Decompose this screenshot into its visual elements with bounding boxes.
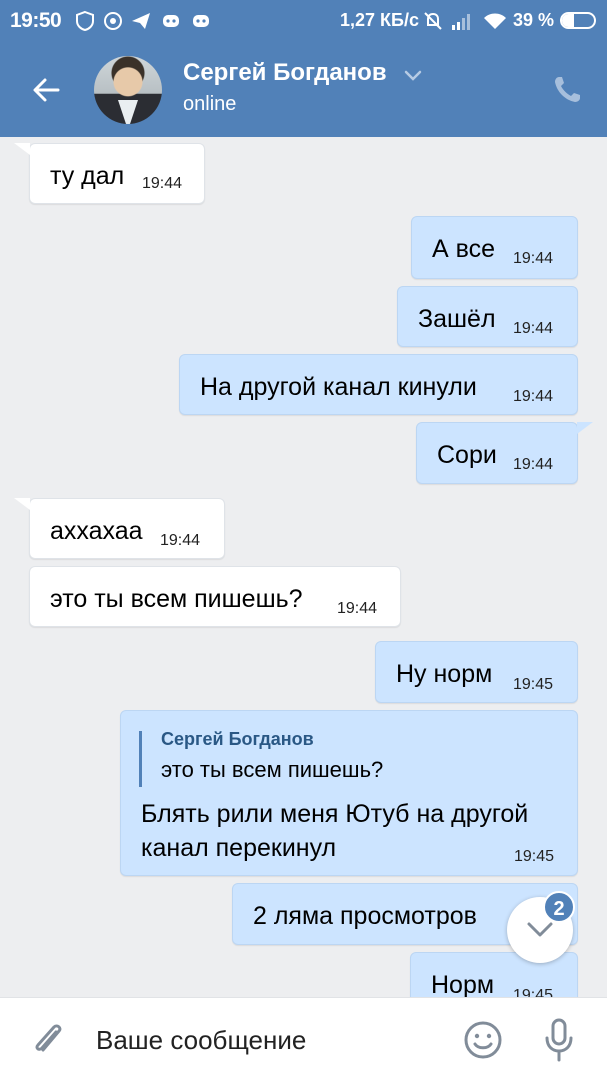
battery-percent: 39 % bbox=[513, 10, 555, 30]
wifi-icon bbox=[484, 13, 506, 29]
status-time: 19:50 bbox=[10, 9, 62, 32]
message-incoming[interactable]: ту дал 19:44 bbox=[29, 143, 205, 204]
message-text: ту дал bbox=[50, 162, 125, 190]
message-input-bar bbox=[0, 997, 607, 1080]
message-time: 19:44 bbox=[142, 175, 183, 192]
message-incoming[interactable]: аххахаа 19:44 bbox=[29, 498, 225, 559]
signal-icon bbox=[452, 14, 470, 30]
message-text: На другой канал кинули bbox=[200, 373, 477, 401]
chevron-down-icon[interactable] bbox=[404, 70, 422, 82]
message-incoming[interactable]: это ты всем пишешь? 19:44 bbox=[29, 566, 401, 627]
message-input[interactable] bbox=[96, 1020, 436, 1060]
contact-status: online bbox=[183, 93, 237, 115]
message-text: Блять рили меня Ютуб на другой канал пер… bbox=[141, 800, 529, 862]
message-time: 19:44 bbox=[513, 320, 554, 337]
message-text: аххахаа bbox=[50, 517, 143, 545]
chat-header: Сергей Богданов online bbox=[0, 42, 607, 137]
battery-icon bbox=[560, 12, 596, 29]
reply-author: Сергей Богданов bbox=[161, 729, 314, 749]
message-time: 19:44 bbox=[513, 250, 554, 267]
message-time: 19:45 bbox=[513, 987, 554, 997]
message-time: 19:45 bbox=[514, 848, 555, 865]
message-outgoing[interactable]: Зашёл 19:44 bbox=[397, 286, 578, 347]
bubble-tail bbox=[577, 422, 593, 434]
contact-name[interactable]: Сергей Богданов bbox=[183, 59, 387, 87]
message-time: 19:44 bbox=[513, 388, 554, 405]
message-text: это ты всем пишешь? bbox=[50, 585, 303, 613]
microphone-icon[interactable] bbox=[544, 1018, 574, 1062]
message-text: Сори bbox=[437, 441, 497, 469]
network-speed: 1,27 КБ/с bbox=[340, 10, 419, 30]
reply-quote-bar bbox=[139, 731, 142, 787]
discord-icon bbox=[193, 15, 209, 27]
message-time: 19:44 bbox=[513, 456, 554, 473]
telegram-icon bbox=[132, 13, 150, 29]
message-outgoing[interactable]: Ну норм 19:45 bbox=[375, 641, 578, 703]
message-text: Ну норм bbox=[396, 660, 493, 688]
message-time: 19:44 bbox=[160, 532, 201, 549]
message-time: 19:44 bbox=[337, 600, 378, 617]
mute-icon bbox=[424, 12, 442, 30]
message-text: 2 ляма просмотров bbox=[253, 902, 477, 930]
shield-icon bbox=[76, 10, 94, 32]
message-text: А все bbox=[432, 235, 496, 263]
discord-icon bbox=[163, 15, 179, 27]
phone-icon[interactable] bbox=[551, 74, 583, 106]
message-outgoing[interactable]: На другой канал кинули 19:44 bbox=[179, 354, 578, 415]
bubble-tail bbox=[14, 143, 30, 155]
unread-count-badge: 2 bbox=[543, 891, 575, 923]
message-outgoing[interactable]: Сори 19:44 bbox=[416, 422, 578, 484]
chevron-down-icon bbox=[527, 922, 553, 937]
reply-text: это ты всем пишешь? bbox=[161, 757, 384, 782]
status-bar: 19:50 1,27 КБ/с 39 % bbox=[0, 0, 607, 42]
message-outgoing-reply[interactable]: Сергей Богданов это ты всем пишешь? Блят… bbox=[120, 710, 578, 876]
message-text: Зашёл bbox=[418, 305, 496, 333]
bubble-tail bbox=[14, 498, 30, 510]
back-arrow-icon[interactable] bbox=[28, 72, 64, 108]
emoji-icon[interactable] bbox=[463, 1020, 503, 1060]
avatar[interactable] bbox=[94, 56, 162, 124]
message-outgoing[interactable]: А все 19:44 bbox=[411, 216, 578, 279]
notification-icon bbox=[104, 12, 122, 30]
message-list[interactable]: ту дал 19:44 А все 19:44 Зашёл 19:44 На … bbox=[0, 137, 607, 997]
message-time: 19:45 bbox=[513, 676, 554, 693]
paperclip-icon[interactable] bbox=[30, 1020, 66, 1060]
message-text: Норм bbox=[431, 971, 495, 997]
